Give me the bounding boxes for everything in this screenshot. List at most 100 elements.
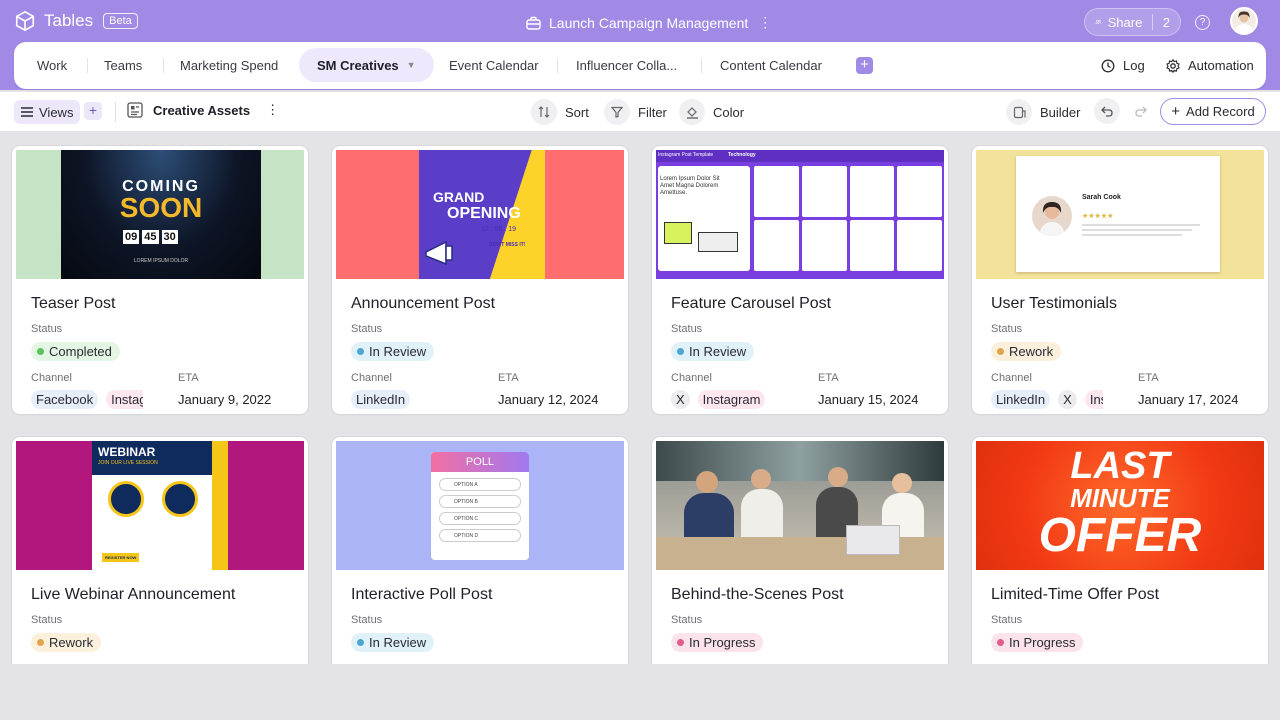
clock-icon xyxy=(1101,59,1115,72)
share-count: 2 xyxy=(1162,14,1170,30)
card-image: POLL OPTION A OPTION B OPTION C OPTION D xyxy=(336,441,624,570)
channel-chips: Facebook Instagram xyxy=(31,390,143,410)
table-tabs: Work Teams Marketing Spend SM Creatives … xyxy=(14,42,1266,89)
megaphone-icon xyxy=(425,240,453,266)
builder-button[interactable]: Builder xyxy=(1006,98,1080,126)
toolbar-divider xyxy=(115,102,116,122)
status-text: In Review xyxy=(369,344,427,359)
record-card[interactable]: COMING SOON 09 45 30 LOREM IPSUM DOLOR T… xyxy=(12,146,308,414)
undo-icon[interactable] xyxy=(1094,98,1120,124)
log-button[interactable]: Log xyxy=(1101,42,1145,89)
record-card[interactable]: WEBINAR JOIN OUR LIVE SESSION REGISTER N… xyxy=(12,437,308,664)
channel-label: Channel xyxy=(671,663,712,664)
tab-sm-creatives[interactable]: SM Creatives ▼ xyxy=(299,48,434,82)
status-text: Completed xyxy=(49,344,112,359)
status-badge: In Progress xyxy=(991,633,1084,652)
channel-chip: LinkedIn xyxy=(351,390,411,409)
tab-divider xyxy=(701,58,702,73)
status-label: Status xyxy=(671,323,703,335)
builder-label: Builder xyxy=(1040,104,1081,120)
add-record-label: Add Record xyxy=(1186,104,1255,119)
status-label: Status xyxy=(991,614,1023,626)
image-body: Lorem Ipsum Dolor Sit Amet Magna Dolorem… xyxy=(660,176,720,196)
status-label: Status xyxy=(991,323,1023,335)
tab-marketing-spend[interactable]: Marketing Spend xyxy=(180,42,278,89)
record-card[interactable]: LAST MINUTE OFFER Limited-Time Offer Pos… xyxy=(972,437,1268,664)
poll-option: OPTION D xyxy=(439,529,521,542)
briefcase-icon xyxy=(526,16,541,30)
filter-label: Filter xyxy=(638,104,667,120)
sort-label: Sort xyxy=(565,104,589,120)
view-name: Creative Assets xyxy=(153,102,251,118)
card-title: Teaser Post xyxy=(31,295,116,312)
status-badge: Rework xyxy=(991,342,1062,361)
eta-label: ETA xyxy=(498,372,519,384)
color-button[interactable]: Color xyxy=(679,98,744,126)
user-avatar[interactable] xyxy=(1230,7,1258,35)
gallery-view-icon xyxy=(127,102,143,118)
record-card[interactable]: GRAND OPENING 12 . 06 . 19 DON'T MISS IT… xyxy=(332,146,628,414)
filter-button[interactable]: Filter xyxy=(604,98,667,126)
tab-teams[interactable]: Teams xyxy=(104,42,142,89)
image-line1: LAST xyxy=(1070,445,1170,487)
add-record-button[interactable]: + Add Record xyxy=(1160,98,1266,125)
status-badge: In Review xyxy=(671,342,755,361)
views-label: Views xyxy=(39,104,74,120)
eta-label: ETA xyxy=(818,372,839,384)
automation-button[interactable]: Automation xyxy=(1166,42,1254,89)
help-icon[interactable]: ? xyxy=(1195,15,1210,30)
current-view[interactable]: Creative Assets ⋮ xyxy=(127,102,279,118)
status-label: Status xyxy=(31,323,63,335)
add-view-button[interactable]: + xyxy=(84,102,102,120)
card-title: User Testimonials xyxy=(991,295,1117,312)
image-footer: LOREM IPSUM DOLOR xyxy=(133,258,189,264)
eta-label: ETA xyxy=(1138,663,1159,664)
menu-icon xyxy=(21,107,33,117)
image-subheadline: OPENING xyxy=(447,205,521,222)
tab-content-calendar[interactable]: Content Calendar xyxy=(720,42,822,89)
sort-icon xyxy=(531,99,557,125)
image-note: DON'T MISS IT! xyxy=(489,242,526,248)
channel-label: Channel xyxy=(351,372,392,384)
poll-option: OPTION B xyxy=(439,495,521,508)
card-image: Sarah Cook ★★★★★ xyxy=(976,150,1264,279)
share-button[interactable]: Share 2 xyxy=(1084,8,1181,36)
view-menu-icon[interactable]: ⋮ xyxy=(266,102,279,118)
tab-work[interactable]: Work xyxy=(37,42,67,89)
tab-divider xyxy=(87,58,88,73)
tab-event-calendar[interactable]: Event Calendar xyxy=(449,42,539,89)
status-badge: Rework xyxy=(31,633,102,652)
plus-icon: + xyxy=(1171,103,1181,120)
eta-value: January 12, 2024 xyxy=(498,392,599,407)
status-text: Rework xyxy=(1009,344,1054,359)
eta-label: ETA xyxy=(1138,372,1159,384)
record-card[interactable]: Instagram Post Template Technology Lorem… xyxy=(652,146,948,414)
status-label: Status xyxy=(351,614,383,626)
chevron-down-icon[interactable]: ▼ xyxy=(407,60,416,70)
status-badge: In Review xyxy=(351,633,435,652)
countdown-digit: 30 xyxy=(161,230,178,244)
poll-option: OPTION C xyxy=(439,512,521,525)
tab-influencer-collab[interactable]: Influencer Colla... xyxy=(576,42,677,89)
channel-chip: Instagram xyxy=(1084,390,1103,409)
project-title[interactable]: Launch Campaign Management ⋮ xyxy=(526,14,772,31)
image-subheadline: SOON xyxy=(119,192,203,223)
sort-button[interactable]: Sort xyxy=(531,98,589,126)
channel-label: Channel xyxy=(351,663,392,664)
views-button[interactable]: Views xyxy=(14,100,81,124)
countdown-digit: 09 xyxy=(123,230,140,244)
channel-chip: LinkedIn xyxy=(991,390,1051,409)
project-menu-icon[interactable]: ⋮ xyxy=(758,14,772,31)
record-card[interactable]: POLL OPTION A OPTION B OPTION C OPTION D… xyxy=(332,437,628,664)
record-card[interactable]: Behind-the-Scenes Post Status In Progres… xyxy=(652,437,948,664)
card-image: COMING SOON 09 45 30 LOREM IPSUM DOLOR xyxy=(16,150,304,279)
redo-icon[interactable] xyxy=(1128,98,1154,124)
eta-value: January 17, 2024 xyxy=(1138,392,1239,407)
tab-divider xyxy=(557,58,558,73)
status-badge: In Progress xyxy=(671,633,764,652)
record-card[interactable]: Sarah Cook ★★★★★ User Testimonials Statu… xyxy=(972,146,1268,414)
poll-option: OPTION A xyxy=(439,478,521,491)
add-tab-button[interactable]: + xyxy=(856,57,873,74)
app-brand[interactable]: Tables Beta xyxy=(14,10,138,32)
status-label: Status xyxy=(31,614,63,626)
